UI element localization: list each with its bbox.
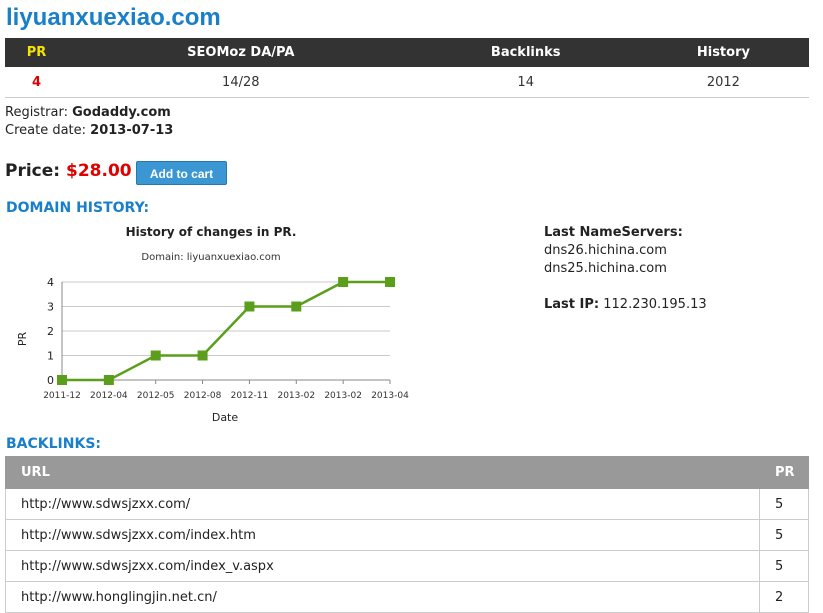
chart-y-tick-label: 4 bbox=[47, 276, 54, 289]
stats-value-history: 2012 bbox=[637, 67, 809, 98]
backlink-url[interactable]: http://www.sdwsjzxx.com/index_v.aspx bbox=[5, 550, 760, 582]
stats-value-seomoz: 14/28 bbox=[67, 67, 414, 98]
last-ip-line: Last IP: 112.230.195.13 bbox=[544, 297, 707, 312]
stats-header-seomoz: SEOMoz DA/PA bbox=[67, 38, 414, 67]
stats-header-history: History bbox=[637, 38, 809, 67]
chart-x-tick-label: 2012-11 bbox=[231, 391, 269, 401]
registrar-line: Registrar: Godaddy.com bbox=[5, 105, 171, 120]
chart-x-tick-label: 2013-02 bbox=[277, 391, 315, 401]
backlinks-table: URL PR http://www.sdwsjzxx.com/ 5 http:/… bbox=[5, 456, 809, 613]
chart-data-point bbox=[197, 350, 208, 361]
chart-x-axis-label: Date bbox=[212, 411, 239, 424]
chart-subtitle: Domain: liyuanxuexiao.com bbox=[141, 252, 280, 263]
backlink-pr: 5 bbox=[759, 550, 809, 582]
chart-y-tick-label: 1 bbox=[47, 350, 54, 363]
chart-x-tick-label: 2011-12 bbox=[43, 391, 81, 401]
pr-history-chart: 0 1 2 3 4 2011-12 2012-04 2012-05 2012-08 2012-11… bbox=[16, 225, 409, 424]
chart-data-point bbox=[57, 375, 67, 385]
backlinks-header-pr: PR bbox=[759, 456, 809, 489]
chart-axes: 0 1 2 3 4 2011-12 2012-04 2012-05 2012-08 2012-11… bbox=[43, 276, 409, 401]
nameservers-label: Last NameServers: bbox=[544, 225, 683, 240]
chart-data-point bbox=[150, 350, 161, 361]
registrar-value: Godaddy.com bbox=[72, 105, 171, 120]
stats-value-pr: 4 bbox=[5, 67, 68, 98]
chart-x-tick-label: 2013-04 bbox=[371, 391, 409, 401]
chart-data-point bbox=[338, 277, 349, 287]
chart-y-tick-label: 2 bbox=[47, 325, 54, 338]
chart-title: History of changes in PR. bbox=[126, 225, 297, 239]
stats-header-pr: PR bbox=[5, 38, 68, 67]
chart-data-point bbox=[291, 301, 302, 312]
chart-x-tick-label: 2012-08 bbox=[184, 391, 222, 401]
domain-title[interactable]: liyuanxuexiao.com bbox=[6, 4, 221, 32]
price-label: Price: bbox=[5, 161, 61, 181]
stats-value-backlinks: 14 bbox=[413, 67, 638, 98]
backlink-url[interactable]: http://www.sdwsjzxx.com/index.htm bbox=[5, 519, 760, 551]
chart-data-point bbox=[103, 375, 114, 385]
table-row: http://www.honglingjin.net.cn/ 2 bbox=[5, 581, 809, 613]
chart-data-point bbox=[385, 277, 395, 287]
chart-x-tick-label: 2012-05 bbox=[137, 391, 175, 401]
create-date-value: 2013-07-13 bbox=[90, 123, 174, 138]
price-line: Price: $28.00 bbox=[5, 161, 132, 181]
domain-stats-table: PR SEOMoz DA/PA Backlinks History 4 14/2… bbox=[5, 38, 809, 98]
chart-x-tick-label: 2012-04 bbox=[90, 391, 128, 401]
create-date-label: Create date: bbox=[5, 123, 87, 138]
backlinks-heading: BACKLINKS: bbox=[6, 436, 102, 452]
last-ip-label: Last IP: bbox=[544, 297, 600, 312]
backlinks-header-url: URL bbox=[5, 456, 760, 489]
nameservers-block: Last NameServers: bbox=[544, 225, 683, 240]
backlink-url[interactable]: http://www.sdwsjzxx.com/ bbox=[5, 488, 760, 520]
domain-history-heading: DOMAIN HISTORY: bbox=[6, 200, 150, 216]
chart-x-tick-label: 2013-02 bbox=[324, 391, 362, 401]
registrar-label: Registrar: bbox=[5, 105, 68, 120]
backlink-url[interactable]: http://www.honglingjin.net.cn/ bbox=[5, 581, 760, 613]
nameserver-1: dns26.hichina.com bbox=[544, 243, 667, 258]
last-ip-value: 112.230.195.13 bbox=[603, 297, 707, 312]
table-row: http://www.sdwsjzxx.com/index_v.aspx 5 bbox=[5, 550, 809, 582]
create-date-line: Create date: 2013-07-13 bbox=[5, 123, 173, 138]
chart-y-axis-label: PR bbox=[16, 332, 29, 347]
table-row: http://www.sdwsjzxx.com/ 5 bbox=[5, 488, 809, 520]
nameserver-2: dns25.hichina.com bbox=[544, 261, 667, 276]
chart-y-tick-label: 0 bbox=[47, 374, 54, 387]
backlink-pr: 2 bbox=[759, 581, 809, 613]
backlink-pr: 5 bbox=[759, 488, 809, 520]
add-to-cart-button[interactable]: Add to cart bbox=[136, 161, 227, 185]
chart-data-point bbox=[244, 301, 255, 312]
backlink-pr: 5 bbox=[759, 519, 809, 551]
stats-header-backlinks: Backlinks bbox=[413, 38, 638, 67]
price-value: $28.00 bbox=[66, 161, 132, 181]
table-row: http://www.sdwsjzxx.com/index.htm 5 bbox=[5, 519, 809, 551]
chart-y-tick-label: 3 bbox=[47, 301, 54, 314]
